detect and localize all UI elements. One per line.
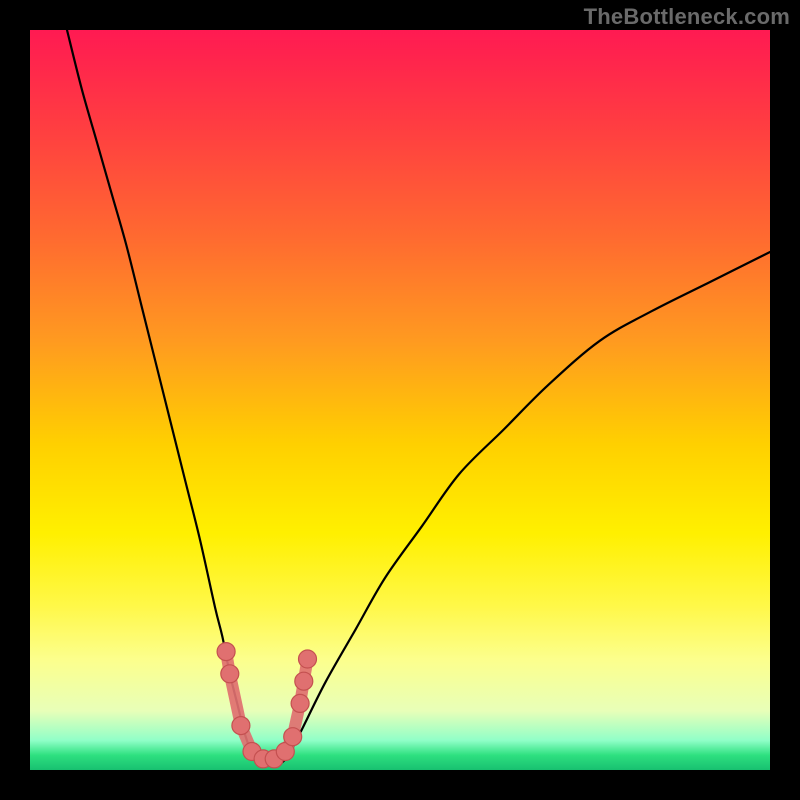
highlighted-point [232, 717, 250, 735]
chart-frame: TheBottleneck.com [0, 0, 800, 800]
highlighted-point [217, 643, 235, 661]
highlighted-point [299, 650, 317, 668]
highlighted-point [221, 665, 239, 683]
highlighted-point [295, 672, 313, 690]
plot-area [30, 30, 770, 770]
curve-layer [30, 30, 770, 770]
right-branch-curve [289, 252, 770, 755]
highlighted-point [284, 728, 302, 746]
attribution-label: TheBottleneck.com [584, 4, 790, 30]
highlighted-point [291, 694, 309, 712]
